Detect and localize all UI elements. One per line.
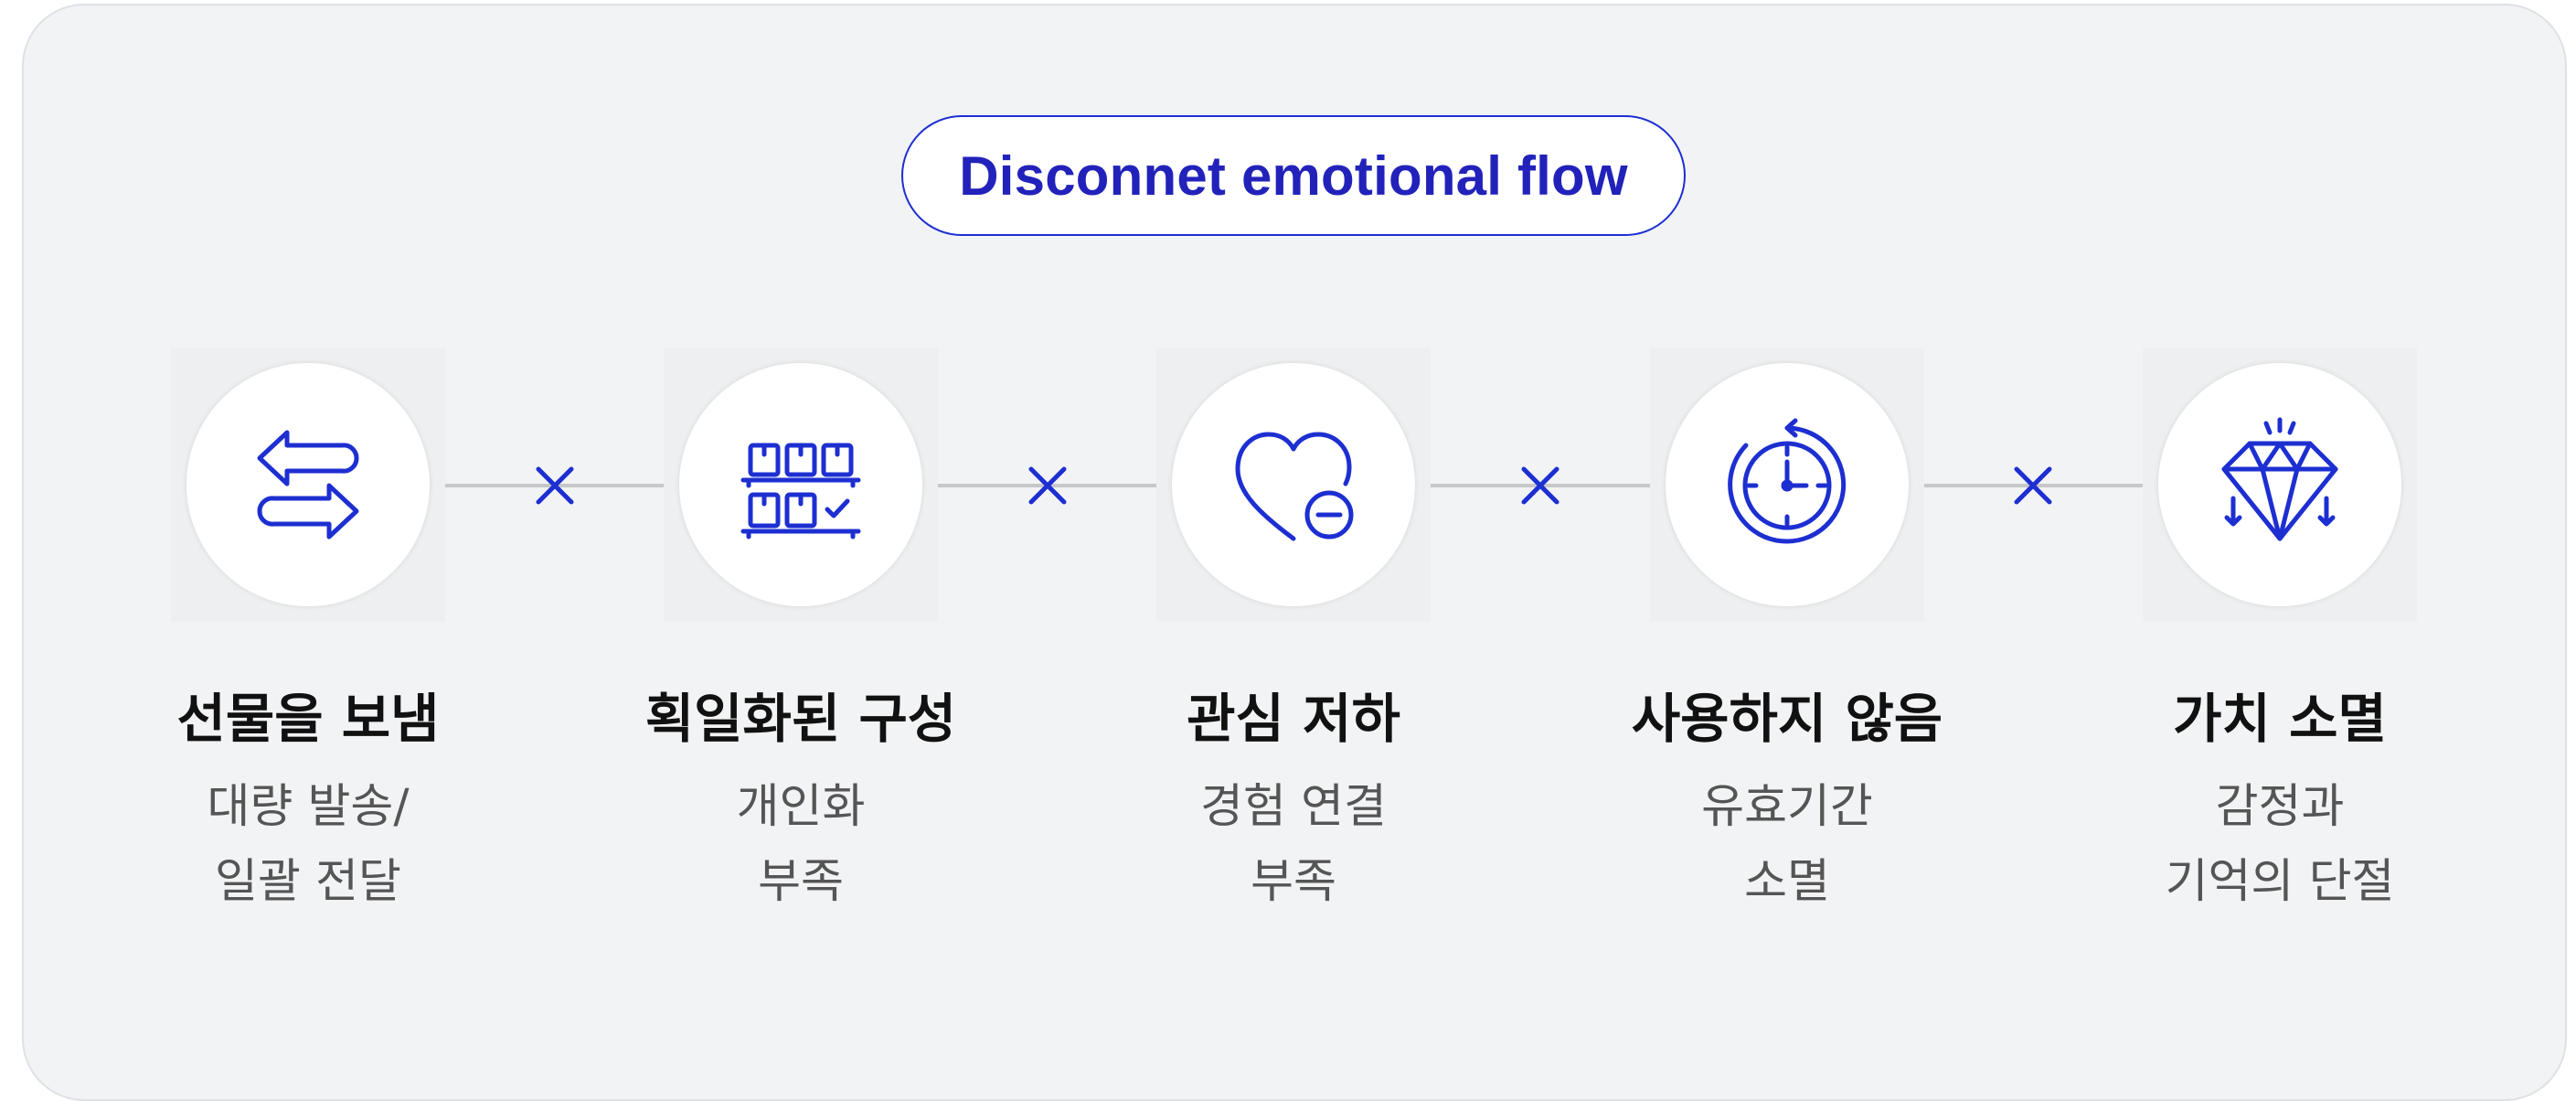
step-4-description: 유효기간 소멸 <box>1586 770 1988 920</box>
cross-icon <box>1028 466 1067 505</box>
step-3-label: 관심 저하 <box>1187 688 1400 750</box>
timer-icon <box>1728 418 1847 544</box>
step-5-desc-line: 감정과 <box>2215 780 2345 834</box>
step-5-icon-circle <box>2158 363 2401 606</box>
step-4-desc-line: 소멸 <box>1744 855 1830 909</box>
step-4-label: 사용하지 않음 <box>1631 688 1943 750</box>
step-2-label: 획일화된 구성 <box>644 688 957 750</box>
step-4-desc-line: 유효기간 <box>1701 780 1873 834</box>
swap-arrows-icon <box>257 430 359 540</box>
step-2-icon-circle <box>679 363 922 606</box>
heart-minus-icon <box>1235 432 1354 541</box>
step-2-description: 개인화 부족 <box>600 770 1002 920</box>
diagram-title: Disconnet emotional flow <box>959 144 1628 207</box>
step-2-desc-line: 부족 <box>758 855 844 909</box>
cross-icon <box>1521 466 1559 505</box>
shelf-boxes-icon <box>740 443 861 540</box>
step-1-desc-line: 일괄 전달 <box>215 855 401 909</box>
step-1-icon-circle <box>186 363 430 606</box>
step-3-desc-line: 경험 연결 <box>1200 780 1387 834</box>
step-1-desc-line: 대량 발송/ <box>207 780 410 834</box>
step-4-icon-circle <box>1666 363 1909 606</box>
step-3-desc-line: 부족 <box>1251 855 1336 909</box>
title-pill: Disconnet emotional flow <box>901 115 1686 236</box>
step-2-desc-line: 개인화 <box>736 780 866 834</box>
cross-icon <box>536 466 574 505</box>
step-5-description: 감정과 기억의 단절 <box>2079 770 2481 920</box>
step-1-description: 대량 발송/ 일괄 전달 <box>107 770 509 920</box>
step-5-desc-line: 기억의 단절 <box>2165 855 2395 909</box>
step-3-icon-circle <box>1172 363 1415 606</box>
step-1-label: 선물을 보냄 <box>176 688 440 750</box>
step-3-description: 경험 연결 부족 <box>1092 770 1495 920</box>
step-5-label: 가치 소멸 <box>2173 688 2387 750</box>
diamond-down-icon <box>2221 417 2338 541</box>
cross-icon <box>2014 466 2052 505</box>
